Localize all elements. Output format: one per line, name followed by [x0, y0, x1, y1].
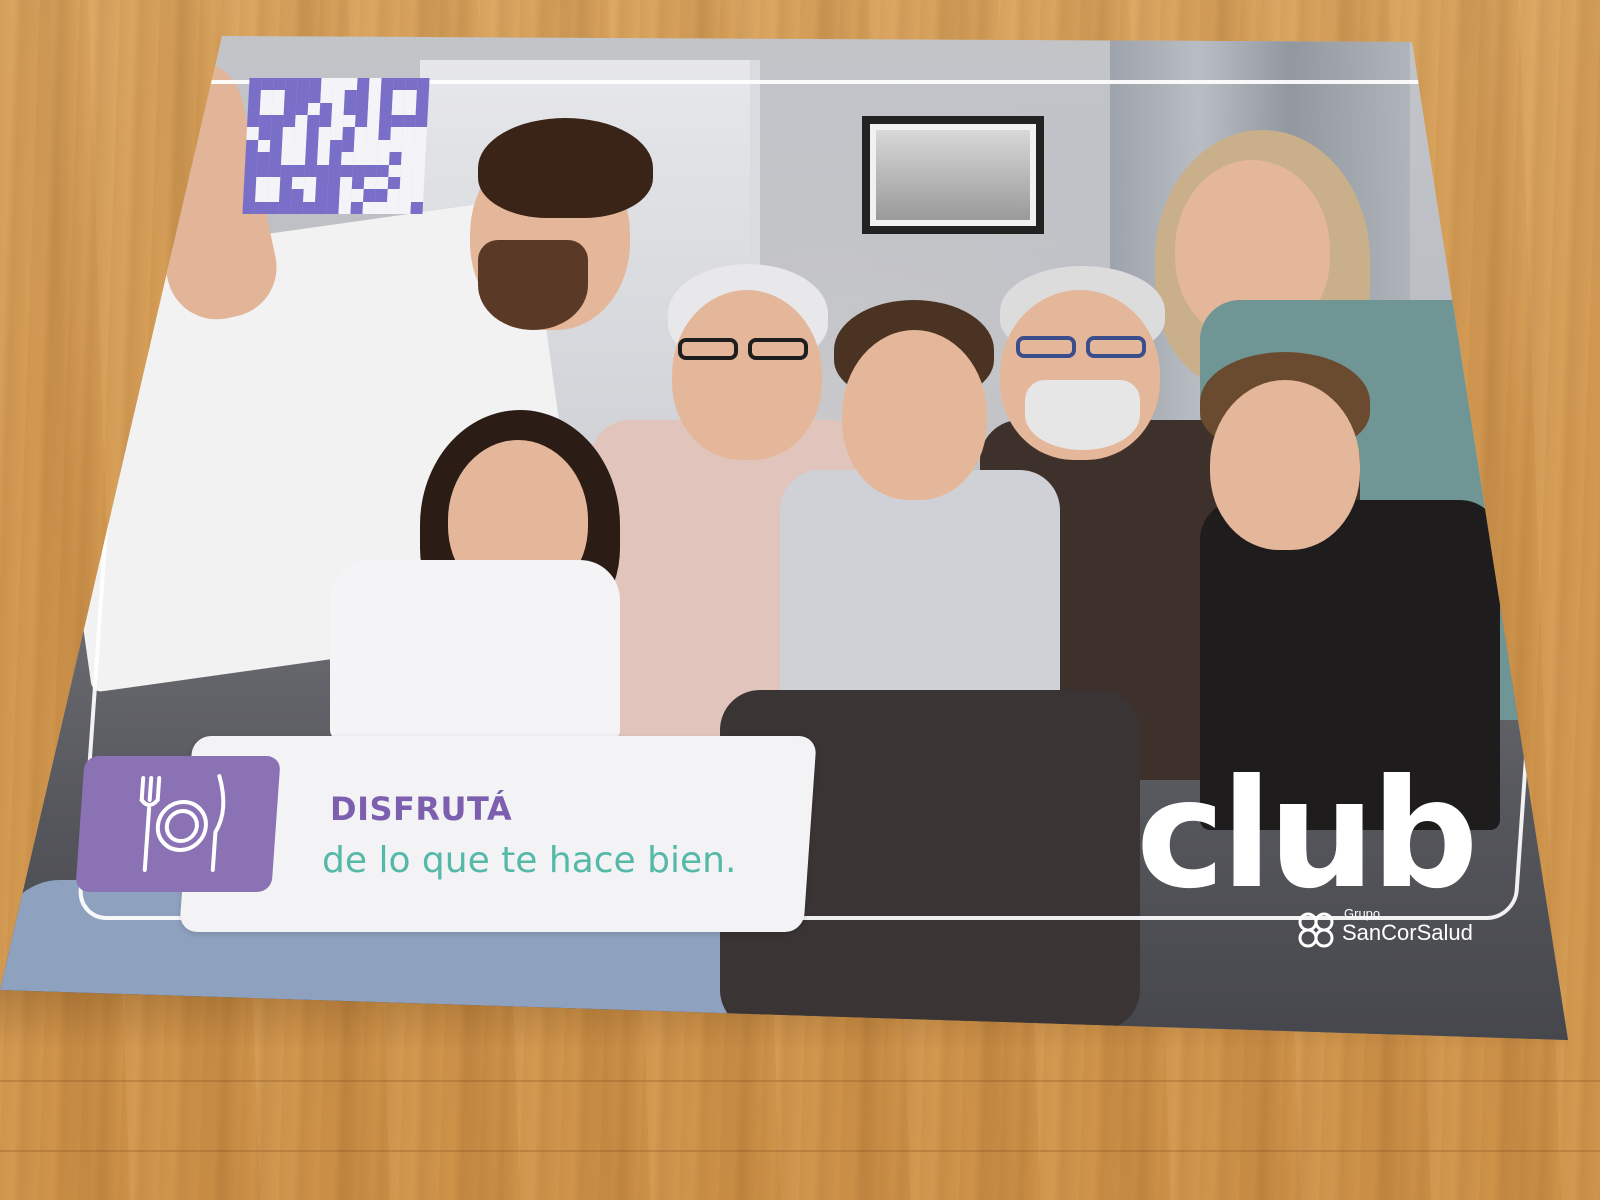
table-grain — [0, 1150, 1600, 1152]
sancor-flower-icon — [1298, 912, 1334, 948]
table-grain — [0, 1080, 1600, 1082]
club-logo: club — [1136, 748, 1478, 922]
icon-box — [75, 756, 281, 892]
brand-prefix: Grupo — [1344, 906, 1381, 921]
qr-code-icon[interactable] — [242, 78, 430, 214]
message-title: DISFRUTÁ — [330, 790, 513, 828]
brand-name: SanCorSalud — [1342, 920, 1473, 945]
message-subtitle: de lo que te hace bien. — [322, 840, 737, 881]
plate-fork-knife-icon — [139, 774, 226, 872]
